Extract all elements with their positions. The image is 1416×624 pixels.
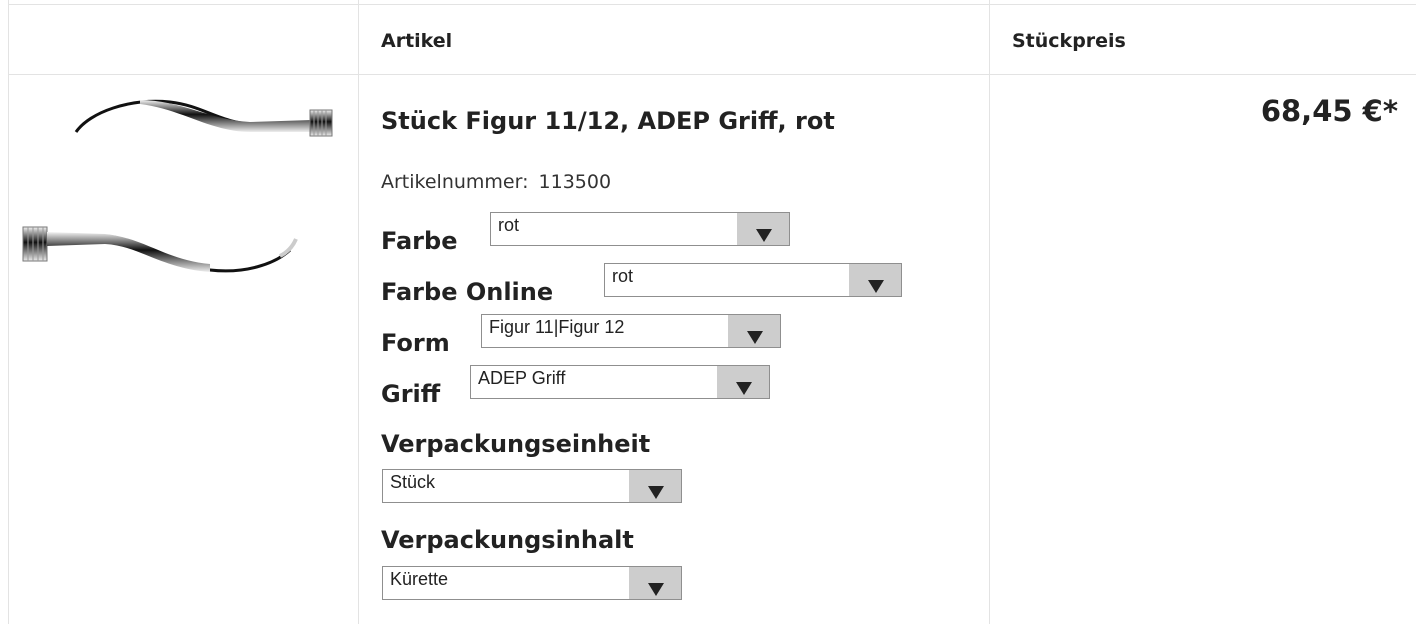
option-label-verpackungseinheit: Verpackungseinheit <box>381 430 651 458</box>
griff-select-value: ADEP Griff <box>478 368 566 388</box>
column-header-article: Artikel <box>381 30 453 52</box>
chevron-down-icon <box>717 366 769 398</box>
table-border-col2 <box>989 0 990 624</box>
column-header-unit-price: Stückpreis <box>1012 30 1126 52</box>
farbe-online-select[interactable]: rot <box>604 263 902 297</box>
chevron-down-icon <box>728 315 780 347</box>
farbe-select-value: rot <box>498 215 520 235</box>
article-number: Artikelnummer: 113500 <box>381 171 611 193</box>
product-title[interactable]: Stück Figur 11/12, ADEP Griff, rot <box>381 107 835 135</box>
verpackungseinheit-select[interactable]: Stück <box>382 469 682 503</box>
form-select-value: Figur 11|Figur 12 <box>489 317 625 337</box>
verpackungseinheit-select-value: Stück <box>390 472 436 492</box>
product-image[interactable] <box>20 92 340 282</box>
article-number-label: Artikelnummer: <box>381 171 529 193</box>
table-border-top <box>8 4 1416 5</box>
griff-select[interactable]: ADEP Griff <box>470 365 770 399</box>
unit-price: 68,45 €* <box>1260 94 1398 128</box>
dental-curette-instrument-image <box>22 99 333 273</box>
chevron-down-icon <box>737 213 789 245</box>
chevron-down-icon <box>849 264 901 296</box>
option-label-form: Form <box>381 329 450 357</box>
farbe-online-select-value: rot <box>612 266 634 286</box>
verpackungsinhalt-select[interactable]: Kürette <box>382 566 682 600</box>
table-border-left <box>8 0 9 624</box>
verpackungsinhalt-select-value: Kürette <box>390 569 449 589</box>
option-label-griff: Griff <box>381 380 441 408</box>
option-label-farbe-online: Farbe Online <box>381 278 554 306</box>
table-border-col1 <box>358 0 359 624</box>
chevron-down-icon <box>629 567 681 599</box>
form-select[interactable]: Figur 11|Figur 12 <box>481 314 781 348</box>
chevron-down-icon <box>629 470 681 502</box>
article-number-value: 113500 <box>538 171 612 193</box>
table-header-divider <box>8 74 1416 75</box>
option-label-verpackungsinhalt: Verpackungsinhalt <box>381 526 634 554</box>
farbe-select[interactable]: rot <box>490 212 790 246</box>
option-label-farbe: Farbe <box>381 227 458 255</box>
